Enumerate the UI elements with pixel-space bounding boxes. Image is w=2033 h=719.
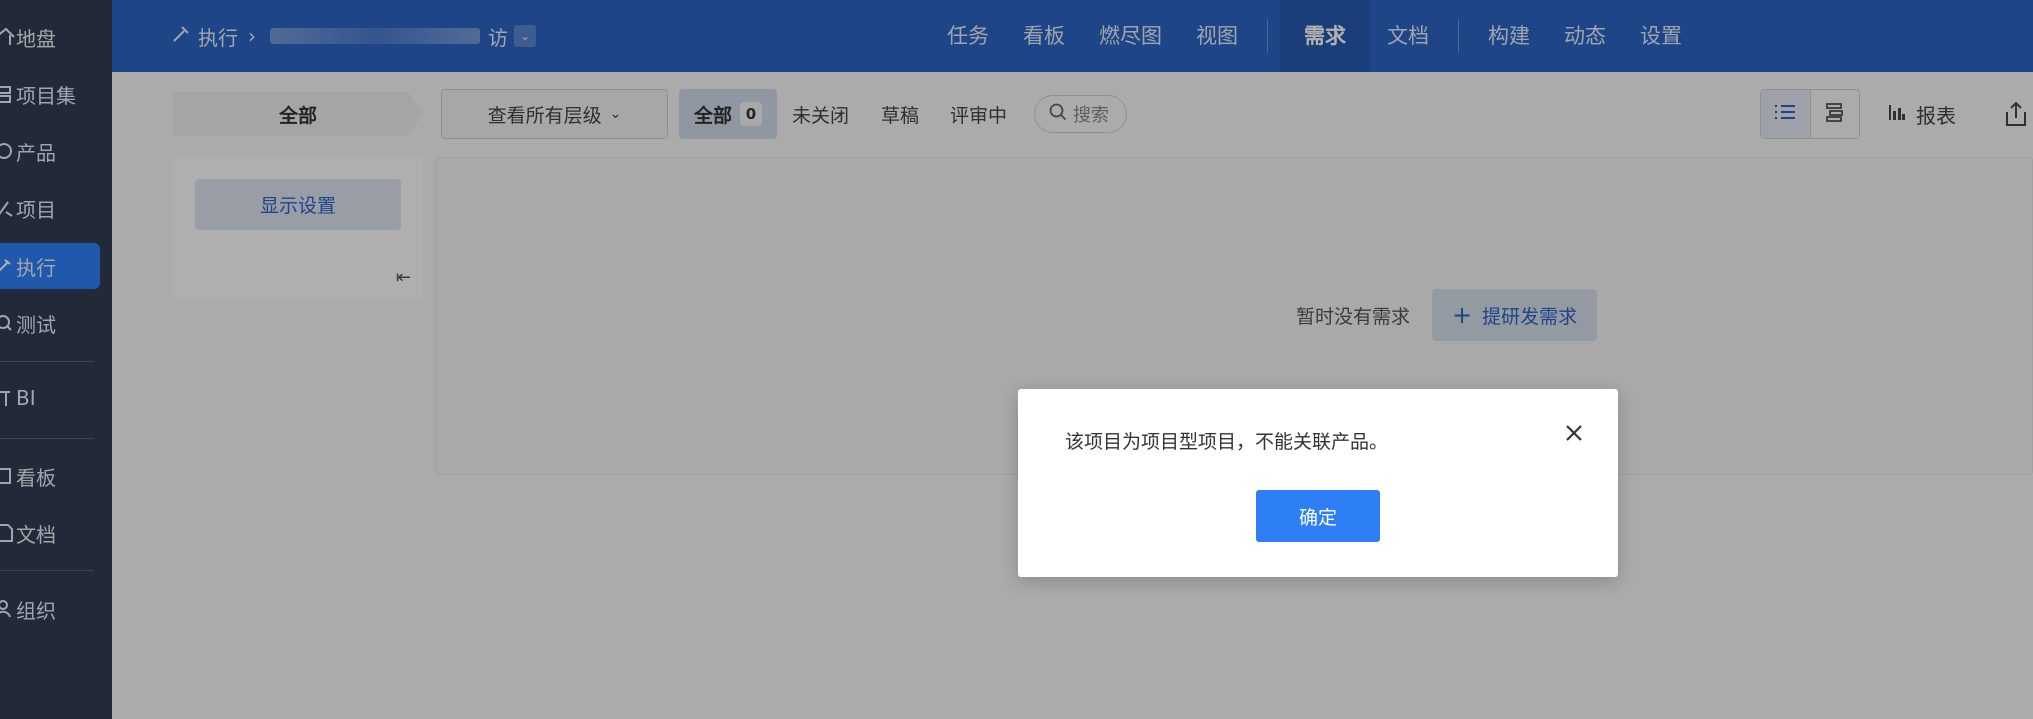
dialog-message: 该项目为项目型项目，不能关联产品。: [1065, 431, 1389, 453]
alert-dialog: 该项目为项目型项目，不能关联产品。 确定: [1018, 389, 1618, 577]
modal-backdrop[interactable]: [0, 0, 2033, 719]
confirm-button[interactable]: 确定: [1256, 490, 1380, 542]
close-icon[interactable]: [1562, 421, 1586, 445]
